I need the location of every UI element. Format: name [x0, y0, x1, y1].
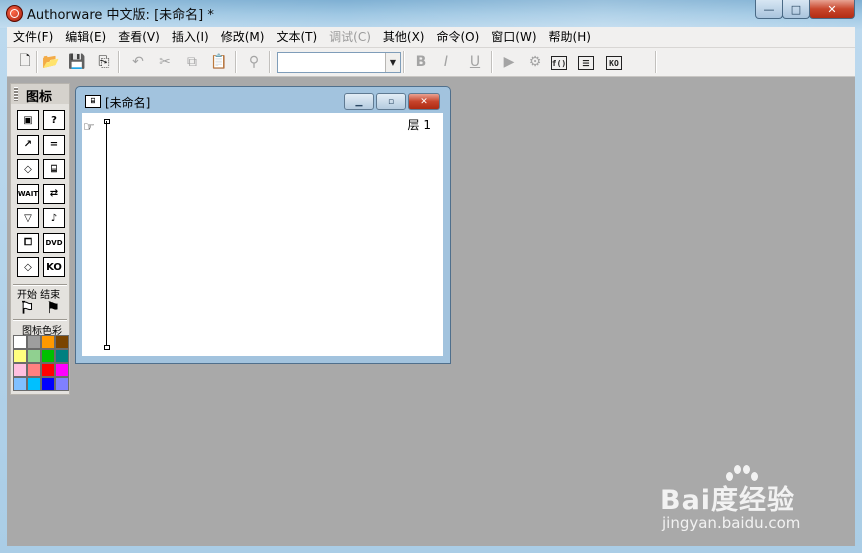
color-swatch[interactable]: [13, 335, 27, 349]
menu-item[interactable]: 文本(T): [270, 27, 323, 47]
color-swatch[interactable]: [27, 349, 41, 363]
toolbar-separator: [118, 51, 120, 73]
menu-item[interactable]: 查看(V): [112, 27, 166, 47]
menu-item[interactable]: 编辑(E): [59, 27, 112, 47]
palette-header[interactable]: 图标: [11, 84, 69, 105]
navigate-icon[interactable]: ⇄: [43, 183, 65, 204]
menu-item[interactable]: 调试(C): [323, 27, 377, 47]
menu-item[interactable]: 命令(O): [430, 27, 485, 47]
color-swatch[interactable]: [41, 335, 55, 349]
design-restore-button[interactable]: ▫: [376, 93, 406, 110]
authorware-logo-icon: [6, 5, 23, 22]
underline-icon[interactable]: U: [465, 52, 485, 72]
color-swatch[interactable]: [27, 363, 41, 377]
color-swatch[interactable]: [55, 335, 69, 349]
watermark-text: Bai度经验: [660, 485, 796, 516]
interaction-icon[interactable]: ?: [43, 110, 65, 130]
flowline-start-cap: [104, 119, 110, 124]
end-flag-icon[interactable]: ⚑: [43, 298, 63, 317]
minimize-button[interactable]: —: [755, 0, 783, 19]
color-swatch[interactable]: [55, 349, 69, 363]
dvd-icon[interactable]: DVD: [43, 232, 65, 253]
title-bar[interactable]: Authorware 中文版: [未命名] * — □ ✕: [0, 0, 862, 26]
paste-icon[interactable]: 📋: [209, 52, 229, 72]
color-swatch[interactable]: [55, 363, 69, 377]
calculation-icon[interactable]: =: [43, 134, 65, 155]
color-swatch[interactable]: [27, 377, 41, 391]
baidu-watermark: Bai度经验 jingyan.baidu.com: [660, 462, 860, 542]
color-swatch[interactable]: [41, 349, 55, 363]
color-swatch[interactable]: [41, 363, 55, 377]
find-icon[interactable]: ⚲: [244, 52, 264, 72]
toolbar-separator: [269, 51, 271, 73]
new-file-icon[interactable]: 🗋: [15, 52, 35, 72]
menu-bar: 文件(F) 编辑(E) 查看(V) 插入(I) 修改(M) 文本(T) 调试(C) 其他(X)…: [7, 27, 855, 48]
font-combo[interactable]: ▼: [277, 52, 401, 73]
ko-icon[interactable]: KO: [43, 257, 65, 277]
erase-icon[interactable]: ◇: [17, 159, 39, 179]
design-window: ⌸ [未命名] ▁ ▫ ✕ ☞ 层 1: [75, 86, 451, 364]
color-swatch[interactable]: [41, 377, 55, 391]
open-file-icon[interactable]: 📂: [41, 52, 61, 72]
decision-icon[interactable]: ▽: [17, 208, 39, 228]
menu-item[interactable]: 插入(I): [166, 27, 215, 47]
paste-hand-icon[interactable]: ☞: [83, 120, 95, 135]
maximize-button[interactable]: □: [782, 0, 810, 19]
run-icon[interactable]: ▶: [499, 52, 519, 72]
color-swatch[interactable]: [55, 377, 69, 391]
interaction-diamond-icon[interactable]: ◇: [17, 257, 39, 277]
toolbar-separator: [655, 51, 657, 73]
cut-icon[interactable]: ✂: [155, 52, 175, 72]
design-close-button[interactable]: ✕: [408, 93, 440, 110]
framework-icon[interactable]: ⧠: [17, 232, 39, 253]
toolbar-separator: [235, 51, 237, 73]
bold-icon[interactable]: B: [411, 52, 431, 72]
flowline[interactable]: [106, 121, 107, 347]
design-window-title: [未命名]: [105, 96, 151, 110]
copy-icon[interactable]: ⧉: [182, 52, 202, 72]
map-icon: ⌸: [85, 95, 101, 108]
chevron-down-icon[interactable]: ▼: [385, 53, 400, 72]
display-icon[interactable]: ▣: [17, 110, 39, 130]
toolbar-separator: [36, 51, 38, 73]
watermark-url: jingyan.baidu.com: [662, 514, 801, 532]
menu-item[interactable]: 文件(F): [7, 27, 59, 47]
undo-icon[interactable]: ↶: [128, 52, 148, 72]
menu-item[interactable]: 窗口(W): [485, 27, 542, 47]
italic-icon[interactable]: I: [436, 52, 456, 72]
grip-icon[interactable]: [14, 87, 18, 101]
menu-item[interactable]: 修改(M): [215, 27, 271, 47]
functions-icon[interactable]: f(): [551, 56, 567, 70]
toolbar-separator: [403, 51, 405, 73]
color-swatch[interactable]: [13, 363, 27, 377]
layer-label: 层 1: [407, 118, 431, 132]
import-icon[interactable]: ⎘: [94, 52, 114, 72]
icon-palette: 图标 开始 结束 图标色彩 ▣? ↗ = ◇ ⌸ WAIT ⇄ ▽ ♪ ⧠ DVD ◇ KO ⚑ ⚑: [10, 83, 70, 395]
start-flag-icon[interactable]: ⚑: [17, 297, 37, 317]
color-swatch[interactable]: [13, 377, 27, 391]
close-button[interactable]: ✕: [809, 0, 855, 19]
sound-icon[interactable]: ♪: [43, 208, 65, 228]
wait-icon[interactable]: WAIT: [17, 183, 39, 204]
control-panel-icon[interactable]: ⚙: [525, 52, 545, 72]
flowline-end-cap: [104, 345, 110, 350]
design-minimize-button[interactable]: ▁: [344, 93, 374, 110]
color-swatch[interactable]: [27, 335, 41, 349]
variables-icon[interactable]: ☰: [578, 56, 594, 70]
flowline-canvas[interactable]: ☞ 层 1: [82, 113, 443, 356]
color-swatch[interactable]: [13, 349, 27, 363]
palette-title: 图标: [26, 90, 53, 105]
divider: [13, 319, 67, 321]
toolbar: ▼ 🗋 📂 💾 ⎘ ↶ ✂ ⧉ 📋 ⚲ B I U ▶ ⚙ f() ☰ KO: [7, 48, 855, 77]
save-all-icon[interactable]: 💾: [67, 52, 87, 72]
toolbar-separator: [491, 51, 493, 73]
menu-item[interactable]: 帮助(H): [543, 27, 597, 47]
map-icon[interactable]: ⌸: [43, 159, 65, 179]
menu-item[interactable]: 其他(X): [377, 27, 431, 47]
window-title: Authorware 中文版: [未命名] *: [27, 8, 214, 23]
knowledge-objects-icon[interactable]: KO: [606, 56, 622, 70]
motion-icon[interactable]: ↗: [17, 134, 39, 155]
